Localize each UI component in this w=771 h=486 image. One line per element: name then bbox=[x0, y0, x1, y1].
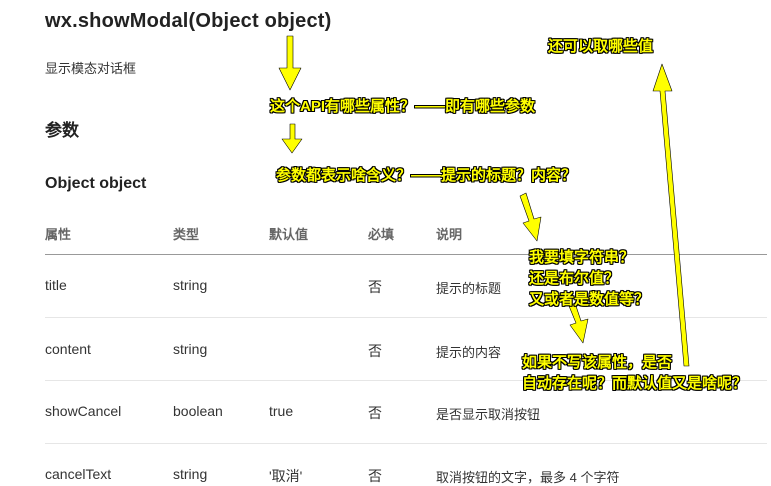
arrow-down-icon bbox=[278, 35, 302, 91]
annotation-type-line-1: 我要填字符串？ bbox=[529, 249, 635, 266]
annotation-type-line-2: 还是布尔值？ bbox=[529, 270, 620, 287]
annotation-default-line-1: 如果不写该属性，是否 bbox=[522, 354, 673, 371]
annotation-meaning: 参数都表示啥含义？——提示的标题？内容？ bbox=[276, 167, 577, 184]
annotation-default-line-2: 自动存在呢？而默认值又是啥呢？ bbox=[522, 375, 748, 392]
arrow-down-icon bbox=[281, 123, 303, 154]
annotation-type-line-3: 又或者是数值等？ bbox=[529, 291, 650, 308]
arrow-up-icon bbox=[652, 63, 690, 367]
arrow-down-icon bbox=[519, 192, 542, 242]
annotation-params: 这个API有哪些属性？——即有哪些参数 bbox=[270, 98, 536, 115]
annotation-arrows bbox=[278, 35, 690, 367]
annotation-values: 还可以取哪些值 bbox=[548, 38, 654, 55]
